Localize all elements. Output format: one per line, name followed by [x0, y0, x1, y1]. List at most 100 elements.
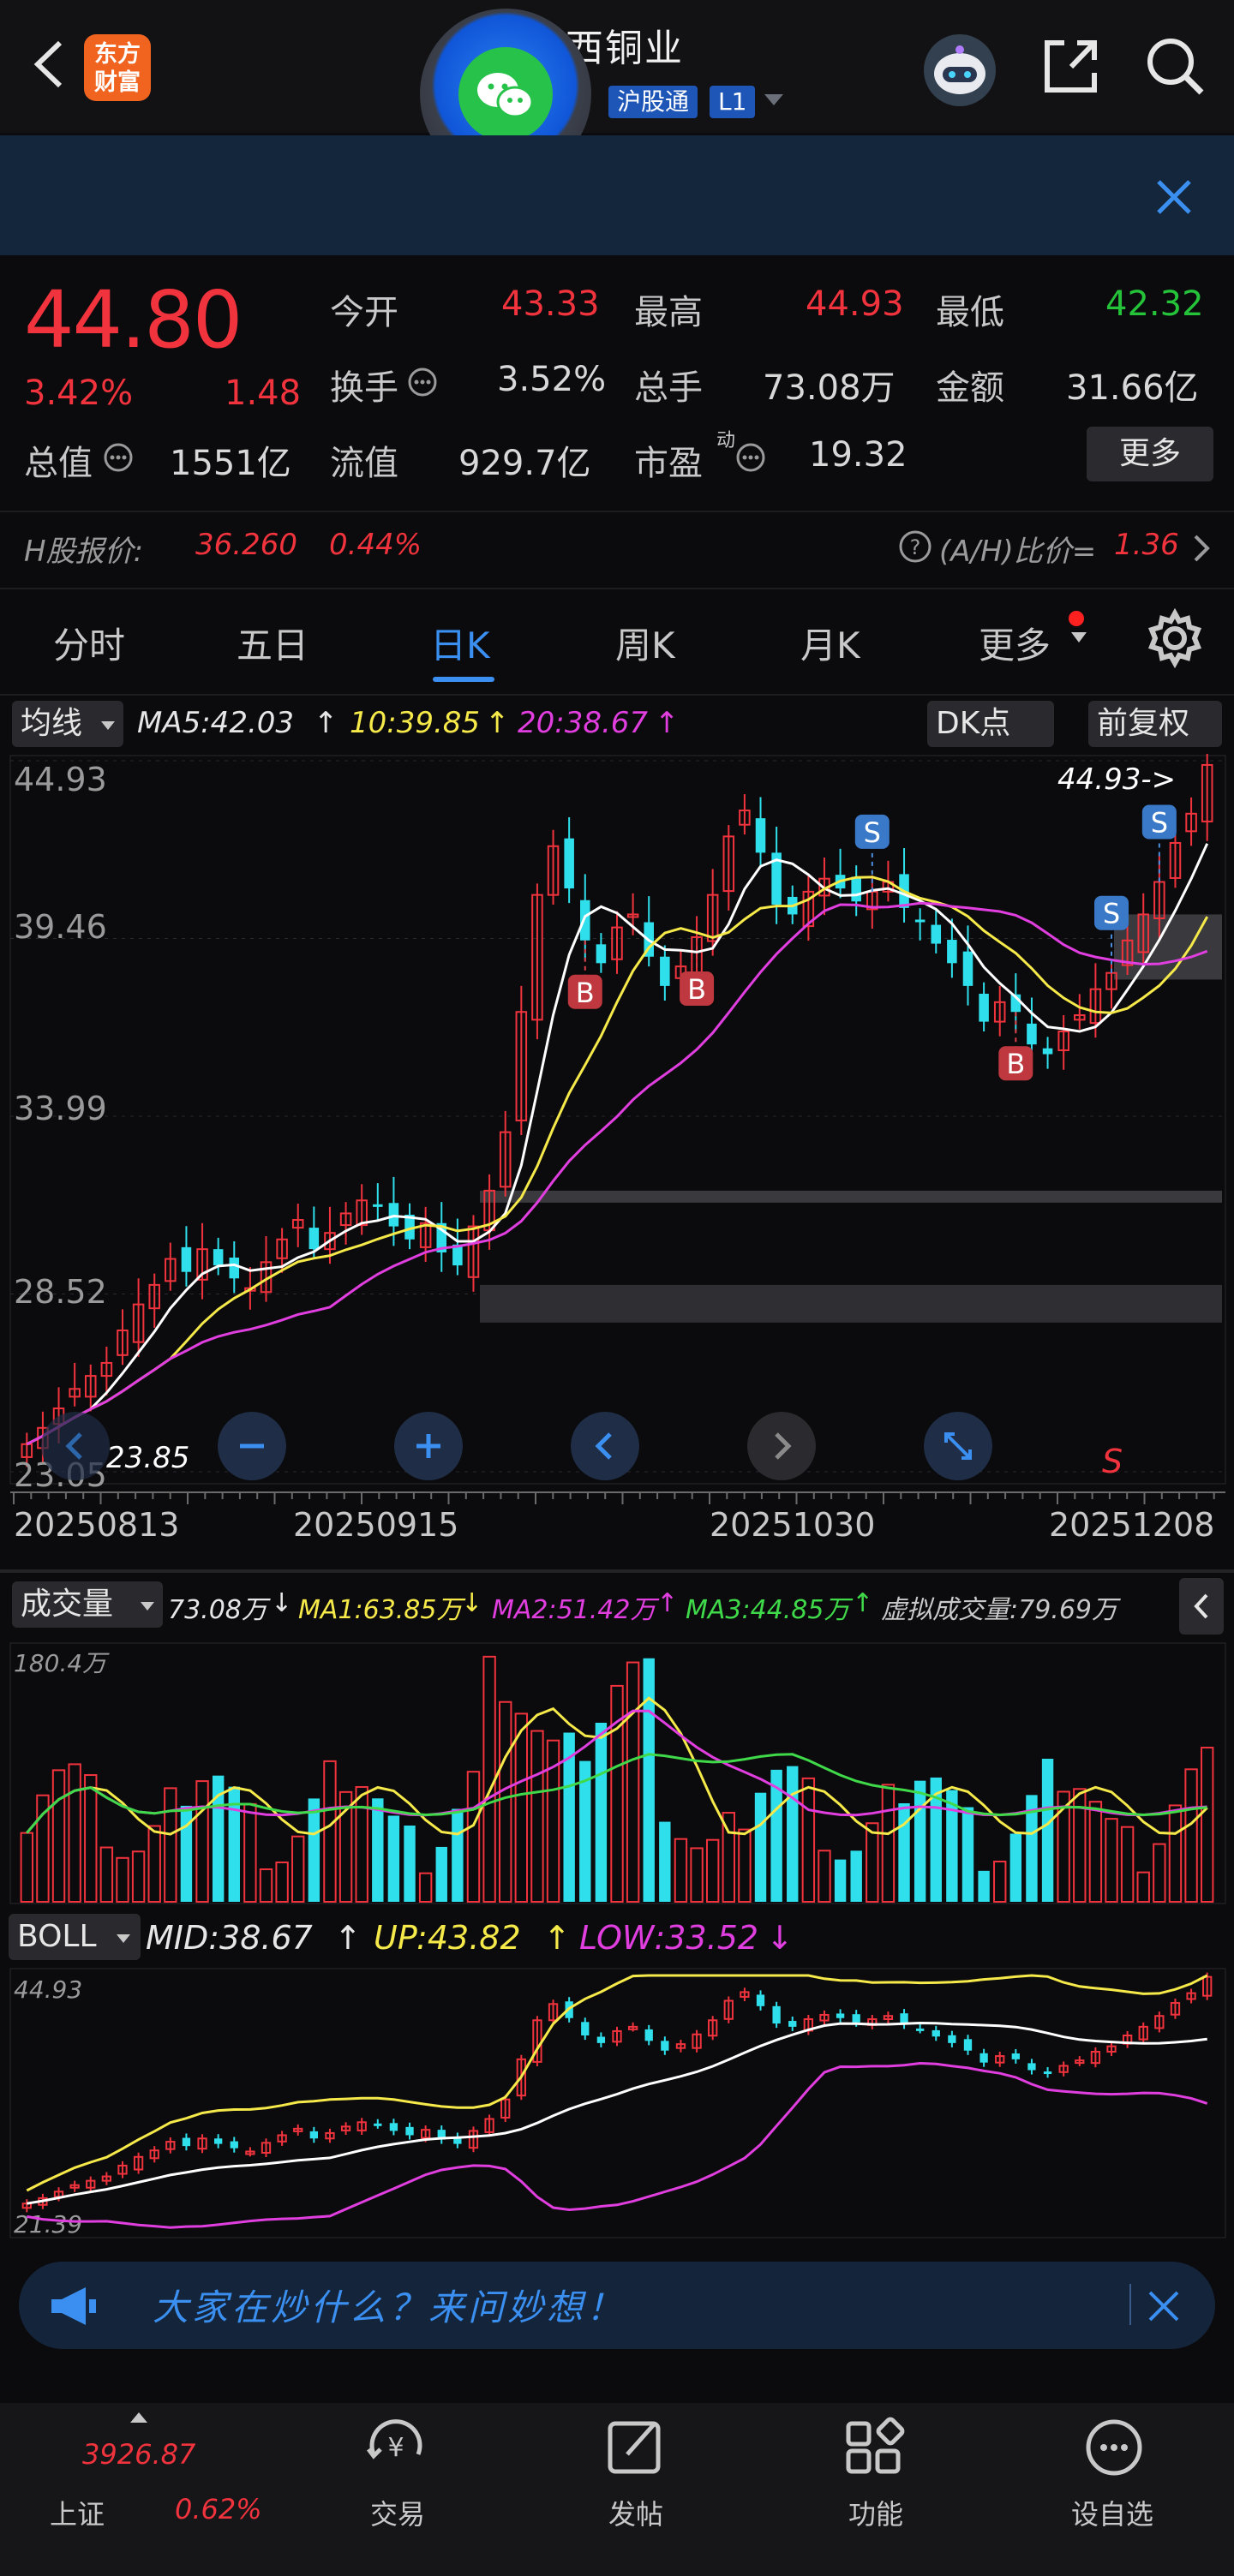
tab-weekly-k[interactable]: 周K — [615, 617, 675, 669]
ma-select[interactable]: 均线 — [12, 701, 123, 747]
gear-icon[interactable] — [1145, 608, 1205, 668]
app-root: 东方财富 西铜业 沪股通 L1 44.80 3.42% 1.48 今开 43.3… — [0, 0, 1234, 2576]
candle-body — [979, 993, 989, 1022]
tab-intraday[interactable]: 分时 — [53, 617, 125, 669]
volume-bar — [131, 1850, 146, 1904]
tab-five-day[interactable]: 五日 — [237, 617, 308, 669]
index-value[interactable]: 3926.87 — [82, 2438, 195, 2471]
tag-dropdown-icon[interactable] — [763, 91, 785, 108]
dk-point-button[interactable]: DK点 — [927, 701, 1054, 747]
volume-dropdown-icon — [141, 1602, 154, 1611]
boll-candle-body — [1027, 2063, 1036, 2071]
nav-trade[interactable]: 交易 — [370, 2493, 425, 2532]
nav-function[interactable]: 功能 — [848, 2493, 903, 2532]
volume-bar — [466, 1771, 481, 1903]
index-name[interactable]: 上证 — [50, 2493, 105, 2532]
svg-text:¥: ¥ — [387, 2433, 404, 2463]
fullscreen-button[interactable] — [924, 1412, 992, 1480]
nav-post[interactable]: 发帖 — [608, 2493, 663, 2532]
back-arrow-icon[interactable] — [24, 34, 75, 94]
ytick-label: 44.93 — [14, 761, 107, 798]
volume-bar — [705, 1838, 720, 1903]
volume-bar — [659, 1821, 671, 1902]
close-icon[interactable] — [1145, 2287, 1183, 2325]
signal-text: B — [576, 977, 595, 1009]
ytick-label: 33.99 — [14, 1090, 107, 1127]
volume-bar — [1136, 1871, 1150, 1904]
tab-monthly-k[interactable]: 月K — [800, 617, 860, 669]
adjust-button[interactable]: 前复权 — [1088, 701, 1222, 747]
volume-bar — [754, 1792, 767, 1902]
volume-bar — [1120, 1826, 1135, 1903]
nav-watchlist[interactable]: 设自选 — [1071, 2493, 1153, 2532]
question-icon[interactable]: ? — [898, 529, 932, 564]
post-icon[interactable] — [598, 2412, 670, 2483]
adjust-label: 前复权 — [1097, 706, 1190, 741]
turnover-info-icon[interactable] — [407, 367, 438, 397]
collapse-button[interactable] — [1179, 1578, 1224, 1635]
boll-up: UP:43.82 — [374, 1919, 521, 1957]
boll-chart[interactable] — [0, 1967, 1234, 2241]
pe-info-icon[interactable] — [735, 442, 766, 473]
zoom-in-button[interactable] — [394, 1412, 463, 1480]
plus-icon — [416, 1434, 440, 1458]
chevron-right-icon — [775, 1432, 792, 1460]
ask-ai-text[interactable]: 大家在炒什么？来问妙想！ — [153, 2279, 626, 2331]
volume-bar — [1184, 1768, 1198, 1903]
volume-indicator-select[interactable]: 成交量 — [12, 1581, 163, 1628]
tab-daily-k[interactable]: 日K — [430, 617, 490, 669]
date-label: 20250813 — [14, 1506, 180, 1544]
chevron-left-icon — [1194, 1593, 1208, 1619]
vol-value: 73.08万 — [168, 1595, 267, 1625]
chevron-right-icon[interactable] — [1191, 533, 1212, 564]
volume-bar — [626, 1661, 640, 1904]
volume-bar — [1009, 1833, 1022, 1902]
boll-candle-body — [389, 2123, 398, 2131]
tab-more-dropdown-icon[interactable] — [1069, 631, 1088, 644]
boll-candle-body — [214, 2138, 223, 2144]
boll-candle-body — [374, 2123, 382, 2126]
scroll-left-button[interactable] — [571, 1412, 639, 1480]
volume-bar — [308, 1798, 320, 1902]
tag-hgt[interactable]: 沪股通 — [608, 86, 698, 118]
boll-up-arrow: ↑ — [543, 1919, 571, 1957]
index-pct[interactable]: 0.62% — [175, 2493, 262, 2525]
ad-banner[interactable] — [0, 135, 1234, 255]
trade-icon[interactable]: ¥ — [360, 2412, 432, 2483]
volume-label: 总手 — [634, 368, 703, 408]
volume-bar — [99, 1846, 114, 1904]
ma20-value: 20:38.67 — [518, 706, 649, 740]
tab-more[interactable]: 更多 — [979, 617, 1051, 669]
boll-indicator-select[interactable]: BOLL — [9, 1914, 141, 1960]
minus-icon — [240, 1443, 264, 1449]
robot-assistant-icon[interactable] — [924, 34, 996, 106]
boll-candle-body — [852, 2014, 860, 2023]
divider — [0, 694, 1234, 696]
volume-bar — [801, 1777, 816, 1903]
date-label: 20251030 — [710, 1506, 876, 1544]
candlestick-chart[interactable]: B B S B S S — [0, 754, 1234, 1491]
volume-bar — [978, 1870, 990, 1902]
boll-candle-body — [772, 2005, 781, 2024]
zoom-out-button[interactable] — [218, 1412, 286, 1480]
share-icon[interactable] — [1039, 34, 1103, 99]
vol-ma2-arrow: ↑ — [656, 1588, 679, 1618]
volume-chart[interactable] — [0, 1636, 1234, 1910]
mktcap-info-icon[interactable] — [103, 442, 134, 473]
banner-close-icon[interactable] — [1148, 171, 1200, 223]
candle-body — [914, 919, 926, 923]
scroll-right-button[interactable] — [747, 1412, 816, 1480]
brand-logo[interactable]: 东方财富 — [84, 34, 151, 101]
date-label: 20251208 — [1049, 1506, 1215, 1544]
more-quote-button[interactable]: 更多 — [1087, 427, 1213, 481]
open-label: 今开 — [330, 293, 398, 332]
candle-body — [1027, 1023, 1037, 1045]
vol-arrow: ↓ — [271, 1588, 293, 1618]
reset-button[interactable] — [41, 1412, 110, 1480]
tag-level[interactable]: L1 — [710, 86, 756, 118]
more-icon[interactable] — [1078, 2412, 1150, 2483]
volume-bar — [993, 1860, 1007, 1903]
search-icon[interactable] — [1140, 31, 1208, 99]
function-icon[interactable] — [838, 2412, 910, 2483]
boll-mid: MID:38.67 — [146, 1919, 313, 1957]
